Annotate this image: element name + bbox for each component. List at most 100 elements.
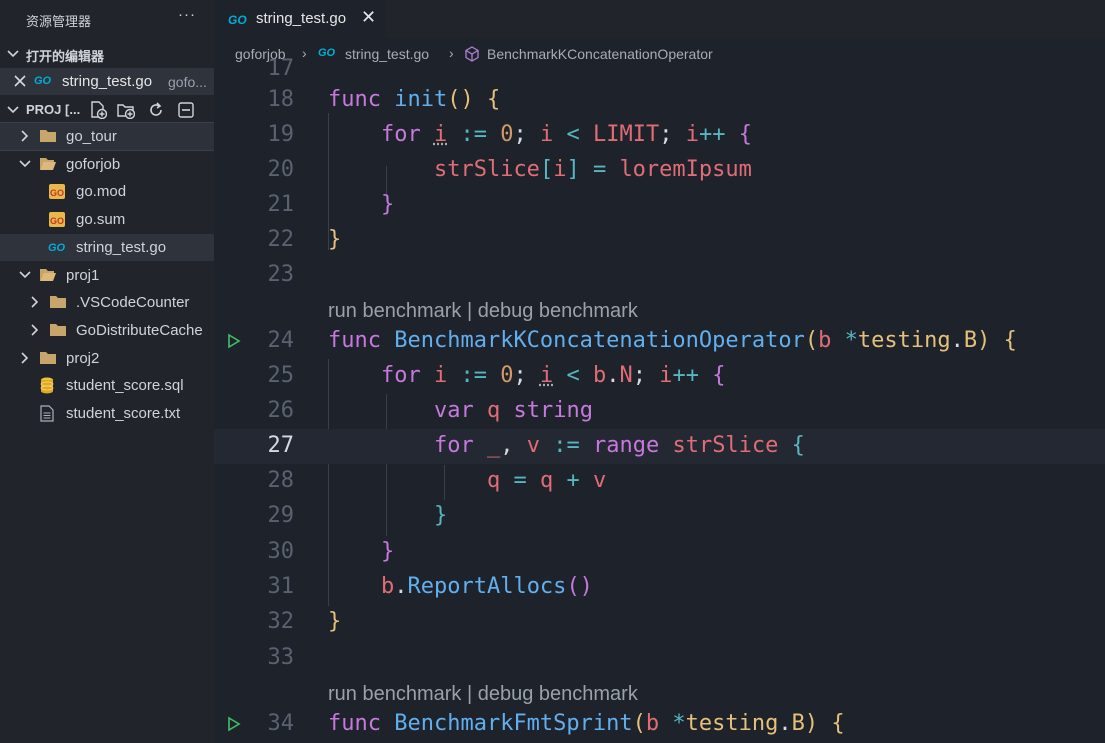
chevron-down-icon [7,50,19,58]
tree-item-proj2[interactable]: proj2 [0,345,214,372]
code-text: for _, v := range strSlice { [433,433,805,458]
codelens-run-debug[interactable]: run benchmark | debug benchmark [328,300,638,323]
line-number: 24 [267,328,295,353]
open-editors-section[interactable]: 打开的编辑器 [0,40,214,67]
svg-text:GO: GO [50,216,64,226]
tree-item-go-tour[interactable]: go_tour [0,122,215,151]
tab-label: string_test.go [256,10,347,27]
open-editor-name: string_test.go [62,73,153,90]
code-text: func BenchmarkFmtSprint(b *testing.B) { [328,711,845,736]
tree-item-label: .VSCodeCounter [76,294,190,311]
code-line: 25 for i := 0; i < b.N; i++ { [214,359,1105,394]
code-text: q = q + v [486,468,607,493]
tree-item-label: proj1 [66,267,100,284]
code-text: for i := 0; i < b.N; i++ { [380,363,726,388]
chevron-right-icon [21,130,29,142]
line-number: 19 [267,122,295,147]
code-line: 28 q = q + v [214,464,1105,499]
tree-item-goforjob[interactable]: goforjob [0,151,214,178]
tree-item-go-mod[interactable]: GO go.mod [0,178,214,205]
tree-item-student-score-sql[interactable]: student_score.sql [0,372,214,399]
tree-item-go-sum[interactable]: GO go.sum [0,206,214,233]
chevron-down-icon [19,271,31,279]
folder-open-icon [40,269,56,281]
code-line: 29 } [214,499,1105,534]
line-number: 21 [267,192,295,217]
code-line: 34 func BenchmarkFmtSprint(b *testing.B)… [214,707,1105,742]
tree-item-string-test-go[interactable]: GO string_test.go [0,234,214,261]
code-line: 31 b.ReportAllocs() [214,570,1105,605]
line-number: 28 [267,468,295,493]
close-icon[interactable] [14,75,26,87]
go-sum-file-icon: GO [49,212,65,227]
tree-item-label: student_score.sql [66,377,184,394]
code-text: b.ReportAllocs() [380,574,593,599]
chevron-right-icon [31,296,39,308]
explorer-title: 资源管理器 [26,14,92,29]
go-file-icon: GO [34,75,52,87]
close-icon[interactable]: ✕ [361,7,376,28]
code-text: var q string [433,398,593,423]
line-number: 18 [267,87,295,112]
tree-item-vscodecounter[interactable]: .VSCodeCounter [0,289,214,316]
code-text: } [380,192,395,217]
project-section[interactable]: PROJ [... [0,96,214,123]
tree-item-label: goforjob [66,156,121,173]
line-number: 26 [267,398,295,423]
line-number: 30 [267,539,295,564]
tree-item-student-score-txt[interactable]: student_score.txt [0,400,214,427]
svg-text:GO: GO [50,188,64,198]
code-text: func BenchmarkKConcatenationOperator(b *… [328,328,1017,353]
open-editors-label: 打开的编辑器 [26,49,105,64]
tree-item-label: proj2 [66,350,100,367]
code-editor[interactable]: 17 18 func init() { 19 for i := 0; i < L… [214,56,1105,743]
explorer-sidebar: 资源管理器 ··· 打开的编辑器 GO string_test.go gofo.… [0,0,215,743]
new-folder-icon[interactable] [117,101,135,119]
code-line: 26 var q string [214,394,1105,429]
line-number: 31 [267,574,295,599]
folder-icon [50,296,66,308]
code-line: 30 } [214,535,1105,570]
chevron-down-icon [19,160,31,168]
collapse-all-icon[interactable] [177,101,195,119]
line-number: 27 [267,433,295,458]
line-number: 33 [267,645,295,670]
tree-item-label: GoDistributeCache [76,322,203,339]
more-actions-icon[interactable]: ··· [178,6,196,23]
line-number: 17 [267,56,295,81]
open-editor-item[interactable]: GO string_test.go gofo... [0,68,214,95]
code-line: 17 [214,52,1105,87]
tree-item-label: go.sum [76,211,126,228]
code-text: func init() { [328,87,501,112]
tab-string-test-go[interactable]: GO string_test.go ✕ [214,0,385,38]
code-line: 18 func init() { [214,83,1105,118]
code-line-current: 27 for _, v := range strSlice { [214,429,1105,464]
tree-item-label: string_test.go [76,239,167,256]
line-number: 32 [267,609,295,634]
code-text: for i := 0; i < LIMIT; i++ { [380,122,752,147]
refresh-icon[interactable] [147,101,165,119]
code-line: 20 strSlice[i] = loremIpsum [214,153,1105,188]
code-text: } [433,503,448,528]
new-file-icon[interactable] [89,101,107,119]
go-file-icon: GO [48,242,66,254]
chevron-right-icon [31,324,39,336]
tree-item-godistributecache[interactable]: GoDistributeCache [0,317,214,344]
tree-item-label: student_score.txt [66,405,181,422]
code-line: 24 func BenchmarkKConcatenationOperator(… [214,324,1105,359]
code-text: } [380,539,395,564]
codelens[interactable]: run benchmark | debug benchmark [214,676,1105,707]
line-number: 34 [267,711,295,736]
codelens-run-debug[interactable]: run benchmark | debug benchmark [328,683,638,706]
open-editor-dir: gofo... [168,74,207,90]
folder-icon [40,130,56,142]
text-file-icon [40,405,54,422]
code-line: 21 } [214,188,1105,223]
line-number: 22 [267,227,295,252]
code-line: 33 [214,641,1105,676]
folder-open-icon [40,158,56,170]
tree-item-proj1[interactable]: proj1 [0,262,214,289]
tree-item-label: go.mod [76,183,127,200]
codelens[interactable]: run benchmark | debug benchmark [214,293,1105,324]
folder-icon [50,324,66,336]
